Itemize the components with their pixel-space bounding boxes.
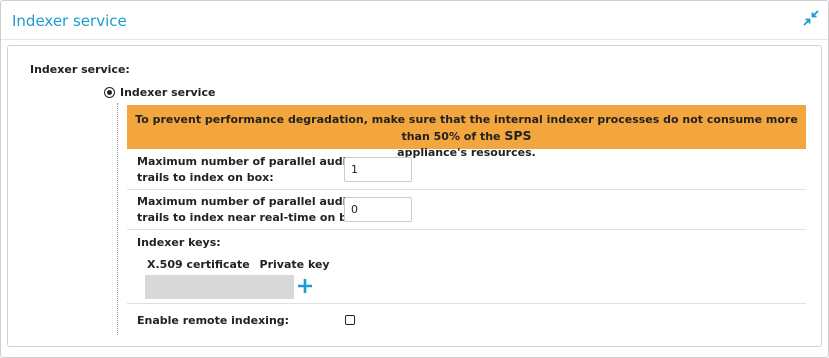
remote-indexing-label: Enable remote indexing: [137,314,290,327]
max-parallel-realtime-label: Maximum number of parallel audit trails … [137,194,366,226]
collapse-arrows-icon[interactable] [803,10,819,26]
max-parallel-input[interactable] [344,157,412,182]
title-divider [1,39,828,40]
warning-text-sps: SPS [504,128,532,143]
panel-title: Indexer service [12,12,127,30]
keys-upload-cell[interactable] [145,275,294,299]
col-certificate: X.509 certificate [147,258,250,271]
max-parallel-label-line1: Maximum number of parallel audit [137,155,352,168]
section-label: Indexer service: [30,63,130,76]
warning-text-end: appliance's resources. [397,146,536,159]
indexer-service-radio[interactable]: Indexer service [104,86,215,99]
row-divider [127,229,806,230]
tree-connector [117,103,118,335]
warning-text: To prevent performance degradation, make… [135,113,798,143]
max-parallel-realtime-input[interactable] [344,197,412,222]
row-divider [127,189,806,190]
warning-banner: To prevent performance degradation, make… [127,105,806,159]
radio-label: Indexer service [120,86,216,99]
plus-icon[interactable] [296,277,314,295]
max-parallel-label: Maximum number of parallel audit trails … [137,154,352,186]
indexer-keys-label: Indexer keys: [137,236,221,249]
remote-indexing-checkbox[interactable] [345,315,355,325]
max-parallel-realtime-label-line1: Maximum number of parallel audit [137,195,352,208]
row-divider [127,303,806,304]
radio-selected-icon[interactable] [104,87,115,98]
max-parallel-label-line2: trails to index on box: [137,171,274,184]
max-parallel-realtime-label-line2: trails to index near real-time on box: [137,211,367,224]
keys-table-header: X.509 certificate Private key [147,258,336,271]
col-private-key: Private key [259,258,330,271]
